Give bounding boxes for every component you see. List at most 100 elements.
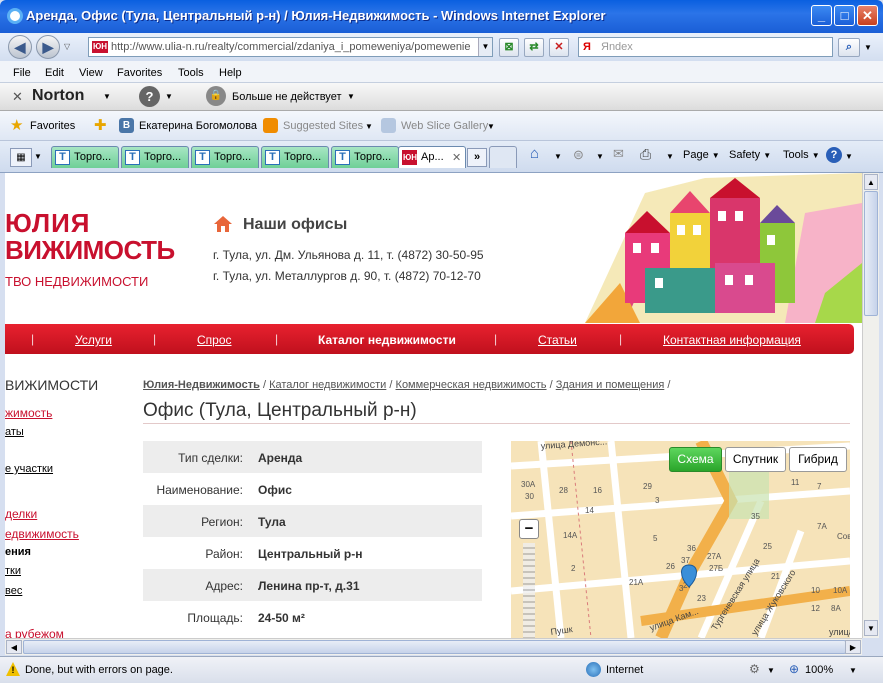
zoom-icon[interactable]: ⊕: [789, 662, 799, 676]
zoom-out-button[interactable]: −: [519, 519, 539, 539]
sidebar-item-land[interactable]: е участки: [5, 463, 53, 475]
sidebar-item-realty[interactable]: жимость: [5, 406, 52, 420]
forward-button[interactable]: ▶: [36, 35, 60, 59]
recent-pages-dropdown-icon[interactable]: ▽: [64, 42, 70, 51]
breadcrumb-catalog[interactable]: Каталог недвижимости: [269, 379, 386, 391]
feeds-icon[interactable]: ⊜: [573, 147, 584, 163]
webslice-dropdown-icon[interactable]: ▼: [487, 122, 495, 131]
nav-catalog[interactable]: Каталог недвижимости: [318, 333, 456, 347]
tab-list-dropdown-icon[interactable]: ▼: [34, 152, 42, 161]
close-toolbar-icon[interactable]: ✕: [12, 89, 23, 105]
menu-edit[interactable]: Edit: [45, 67, 64, 79]
home-icon[interactable]: ⌂: [530, 145, 539, 162]
add-favorite-icon[interactable]: ✚: [94, 118, 109, 133]
stop-icon[interactable]: ✕: [549, 38, 569, 57]
sidebar-item-commercial[interactable]: едвижимость: [5, 527, 79, 541]
page-menu[interactable]: Page ▼: [683, 149, 720, 161]
location-map[interactable]: 30А 30 28 16 14 14А 29 3 5 26 27 23 27А …: [511, 441, 850, 638]
search-options-dropdown-icon[interactable]: ▼: [864, 43, 872, 52]
suggested-sites-link[interactable]: Suggested Sites: [283, 120, 363, 132]
suggested-dropdown-icon[interactable]: ▼: [365, 122, 373, 131]
map-scheme-button[interactable]: Схема: [669, 447, 722, 472]
menu-favorites[interactable]: Favorites: [117, 67, 162, 79]
nav-services[interactable]: Услуги: [75, 333, 112, 347]
help-menu-dropdown-icon[interactable]: ▼: [845, 152, 853, 161]
zoom-slider[interactable]: [523, 543, 535, 638]
breadcrumb-buildings[interactable]: Здания и помещения: [556, 379, 665, 391]
favorites-button[interactable]: Favorites: [30, 120, 75, 132]
scroll-down-icon[interactable]: ▼: [864, 620, 878, 636]
security-zone[interactable]: Internet: [606, 664, 643, 676]
tools-menu[interactable]: Tools ▼: [783, 149, 820, 161]
warning-icon[interactable]: !: [6, 662, 20, 676]
scroll-right-icon[interactable]: ▶: [845, 640, 861, 654]
menu-file[interactable]: File: [13, 67, 31, 79]
nav-demand[interactable]: Спрос: [197, 333, 232, 347]
breadcrumb-commercial[interactable]: Коммерческая недвижимость: [396, 379, 547, 391]
norton-logo[interactable]: Norton: [32, 87, 84, 105]
vertical-scroll-thumb[interactable]: [864, 191, 878, 316]
site-logo-main[interactable]: ВИЖИМОСТЬ: [5, 235, 175, 266]
zoom-level[interactable]: 100%: [805, 664, 833, 676]
sidebar-item-abroad[interactable]: а рубежом: [5, 627, 64, 638]
scroll-left-icon[interactable]: ◀: [6, 640, 22, 654]
protected-mode-icon[interactable]: ⚙: [749, 662, 760, 676]
address-dropdown-icon[interactable]: ▼: [478, 38, 492, 56]
vertical-scrollbar[interactable]: ▲ ▼: [862, 173, 879, 638]
sidebar-item-premises[interactable]: ения: [5, 546, 31, 558]
web-slice-gallery-link[interactable]: Web Slice Gallery: [401, 120, 488, 132]
tab-torgi-2[interactable]: T Торго...: [121, 146, 189, 168]
home-dropdown-icon[interactable]: ▼: [554, 152, 562, 161]
new-tab-button[interactable]: [489, 146, 517, 168]
help-icon[interactable]: ?: [826, 147, 842, 163]
nav-articles[interactable]: Статьи: [538, 333, 577, 347]
horizontal-scrollbar[interactable]: ◀ ▶: [5, 638, 862, 655]
minimize-button[interactable]: _: [811, 5, 832, 26]
sidebar-item-plots[interactable]: тки: [5, 565, 21, 577]
tab-torgi-5[interactable]: T Торго...: [331, 146, 399, 168]
main-nav: | Услуги | Спрос | Каталог недвижимости …: [5, 324, 854, 354]
maximize-button[interactable]: □: [834, 5, 855, 26]
sidebar-item-flats[interactable]: аты: [5, 426, 24, 438]
search-input[interactable]: Я Яndex: [578, 37, 833, 57]
help-dropdown-icon[interactable]: ▼: [165, 92, 173, 101]
norton-dropdown-icon[interactable]: ▼: [103, 92, 111, 101]
safety-menu[interactable]: Safety ▼: [729, 149, 771, 161]
map-hybrid-button[interactable]: Гибрид: [789, 447, 847, 472]
tab-torgi-3[interactable]: T Торго...: [191, 146, 259, 168]
print-dropdown-icon[interactable]: ▼: [666, 152, 674, 161]
breadcrumb-home[interactable]: Юлия-Недвижимость: [143, 379, 260, 391]
refresh-icon[interactable]: ⇄: [524, 38, 544, 57]
menu-help[interactable]: Help: [219, 67, 242, 79]
feeds-dropdown-icon[interactable]: ▼: [596, 152, 604, 161]
tab-torgi-1[interactable]: T Торго...: [51, 146, 119, 168]
close-tab-icon[interactable]: ✕: [452, 151, 461, 164]
nav-contacts[interactable]: Контактная информация: [663, 333, 801, 347]
fav-link-vk[interactable]: Екатерина Богомолова: [139, 120, 257, 132]
norton-help-icon[interactable]: ?: [139, 86, 160, 107]
zoom-dropdown-icon[interactable]: ▼: [849, 666, 857, 675]
sidebar-item-business[interactable]: вес: [5, 585, 22, 597]
map-satellite-button[interactable]: Спутник: [725, 447, 786, 472]
protected-mode-dropdown-icon[interactable]: ▼: [767, 666, 775, 675]
horizontal-scroll-thumb[interactable]: [23, 640, 846, 654]
search-button[interactable]: ⌕: [838, 38, 860, 57]
tab-torgi-4[interactable]: T Торго...: [261, 146, 329, 168]
status-text[interactable]: Done, but with errors on page.: [25, 664, 173, 676]
scroll-up-icon[interactable]: ▲: [864, 174, 878, 190]
sidebar-item-deals[interactable]: делки: [5, 507, 37, 521]
mail-icon[interactable]: ✉: [613, 146, 624, 162]
compatibility-view-icon[interactable]: ⊠: [499, 38, 519, 57]
address-bar[interactable]: ЮН http://www.ulia-n.ru/realty/commercia…: [88, 37, 493, 57]
back-button[interactable]: ◀: [8, 35, 32, 59]
quick-tabs-icon[interactable]: ▦: [10, 148, 32, 167]
close-window-button[interactable]: ✕: [857, 5, 878, 26]
more-tabs-button[interactable]: »: [467, 148, 487, 167]
tab-arenda-active[interactable]: ЮН Ар... ✕: [398, 146, 466, 168]
menu-view[interactable]: View: [79, 67, 103, 79]
menu-tools[interactable]: Tools: [178, 67, 204, 79]
status-dropdown-icon[interactable]: ▼: [347, 92, 355, 101]
url-text[interactable]: http://www.ulia-n.ru/realty/commercial/z…: [111, 41, 471, 53]
print-icon[interactable]: ⎙: [640, 146, 651, 163]
norton-status[interactable]: Больше не действует: [232, 91, 341, 103]
